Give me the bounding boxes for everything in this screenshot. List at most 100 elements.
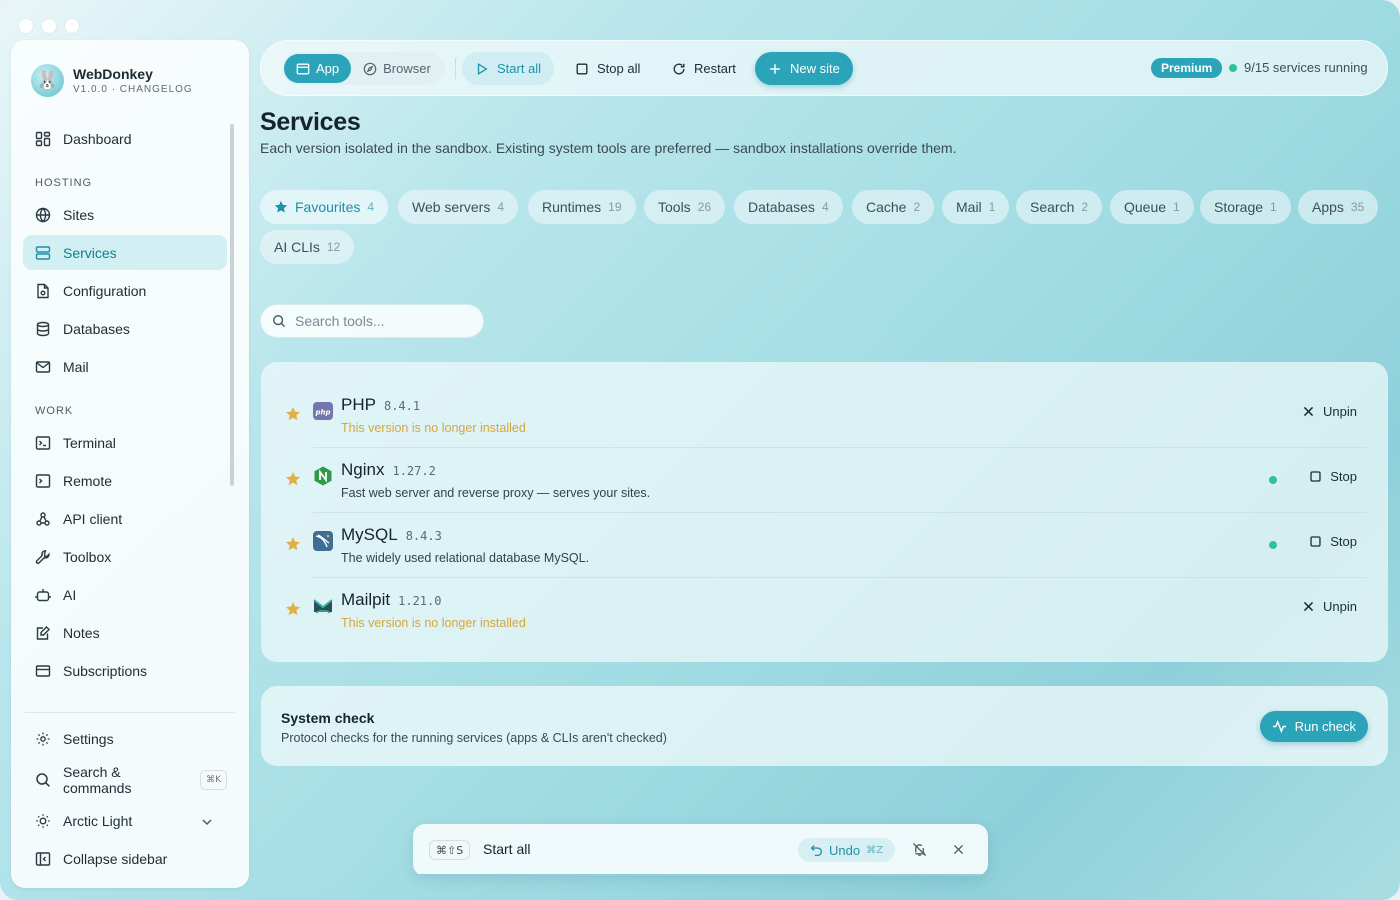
sidebar-item-notes[interactable]: Notes [23,615,227,650]
tab-favourites[interactable]: Favourites 4 [260,190,389,224]
sidebar-item-label: Databases [63,320,130,337]
tab-count: 35 [1350,200,1365,214]
search-icon [36,772,50,787]
favourite-star-icon[interactable] [285,536,301,552]
tab-ai-clis[interactable]: AI CLIs 12 [260,230,355,264]
close-window-button[interactable] [19,19,33,33]
tab-count: 1 [988,200,996,214]
server-icon [35,245,51,260]
browser-mode-button[interactable]: Browser [351,54,443,83]
tab-tools[interactable]: Tools 26 [644,190,726,224]
sidebar-item-remote[interactable]: Remote [23,463,227,498]
search-icon [273,315,286,328]
restart-icon [673,63,685,74]
favourite-star-icon[interactable] [285,406,301,422]
running-status-dot [1269,541,1277,549]
remote-terminal-icon [35,473,51,488]
sidebar-item-services[interactable]: Services [23,235,227,270]
window-controls [19,19,79,33]
app-mode-button[interactable]: App [284,54,352,83]
tab-web-servers[interactable]: Web servers 4 [398,190,519,224]
tab-search[interactable]: Search 2 [1016,190,1103,224]
stop-all-label: Stop all [597,61,641,76]
app-name: WebDonkey [73,66,153,82]
maximize-window-button[interactable] [65,19,79,33]
run-check-button[interactable]: Run check [1259,711,1368,742]
sidebar-divider [25,712,235,713]
star-icon [274,200,288,213]
app-logo-icon: 🐰 [31,64,64,97]
minimize-window-button[interactable] [42,19,56,33]
service-name-text: MySQL [341,525,398,544]
search-box [260,304,484,338]
sidebar-item-label: Terminal [63,434,116,451]
tab-cache[interactable]: Cache 2 [852,190,935,224]
new-site-button[interactable]: New site [755,52,853,85]
theme-selector[interactable]: Arctic Light [23,803,227,838]
sidebar-item-sites[interactable]: Sites [23,197,227,232]
sidebar-item-toolbox[interactable]: Toolbox [23,539,227,574]
sidebar-scrollbar[interactable] [230,124,234,486]
service-row-mailpit: Mailpit 1.21.0 This version is no longer … [281,577,1367,642]
service-version: 8.4.1 [383,399,421,413]
unpin-label: Unpin [1323,599,1357,614]
sidebar-item-dashboard[interactable]: Dashboard [23,121,227,156]
start-all-button[interactable]: Start all [462,52,555,85]
unpin-button[interactable]: Unpin [1302,599,1357,614]
sidebar-item-configuration[interactable]: Configuration [23,273,227,308]
terminal-icon [35,435,51,450]
restart-button[interactable]: Restart [659,52,749,85]
tab-label: Favourites [295,199,361,215]
sidebar-item-subscriptions[interactable]: Subscriptions [23,653,227,688]
tab-label: Cache [866,199,907,215]
view-mode-toggle: App Browser [282,52,445,85]
close-icon[interactable] [952,843,965,856]
tab-apps[interactable]: Apps 35 [1298,190,1379,224]
globe-icon [35,207,51,222]
search-tools-input[interactable] [295,313,465,329]
unpin-button[interactable]: Unpin [1302,404,1357,419]
service-row-php: php PHP 8.4.1 This version is no longer i… [281,382,1367,447]
stop-service-button[interactable]: Stop [1309,534,1357,549]
sidebar-item-settings[interactable]: Settings [23,721,227,756]
stop-service-button[interactable]: Stop [1309,469,1357,484]
restart-label: Restart [694,61,736,76]
stop-icon [576,63,588,74]
mysql-logo-icon [313,531,333,551]
activity-icon [1272,719,1286,734]
brand[interactable]: 🐰 WebDonkey V1.0.0 · CHANGELOG [31,64,193,97]
tab-mail[interactable]: Mail 1 [942,190,1010,224]
premium-badge: Premium [1151,58,1223,78]
system-check-panel: System check Protocol checks for the run… [261,686,1388,766]
toolbar-separator [455,58,456,79]
stop-label: Stop [1330,469,1357,484]
sidebar-item-terminal[interactable]: Terminal [23,425,227,460]
stop-all-button[interactable]: Stop all [562,52,653,85]
bell-off-icon[interactable] [912,842,927,857]
sidebar-item-label: Services [63,244,117,261]
tab-label: Web servers [412,199,491,215]
sidebar-item-label: Configuration [63,282,147,299]
service-description: This version is no longer installed [341,421,526,435]
system-check-description: Protocol checks for the running services… [281,731,667,745]
run-check-label: Run check [1294,719,1356,734]
tab-label: Mail [956,199,982,215]
tab-databases[interactable]: Databases 4 [734,190,843,224]
app-version-changelog[interactable]: V1.0.0 · CHANGELOG [73,84,193,95]
running-status-dot [1269,476,1277,484]
sidebar-item-api-client[interactable]: API client [23,501,227,536]
robot-icon [35,588,51,601]
sidebar-item-databases[interactable]: Databases [23,311,227,346]
tab-storage[interactable]: Storage 1 [1200,190,1291,224]
tab-queue[interactable]: Queue 1 [1110,190,1194,224]
favourite-star-icon[interactable] [285,601,301,617]
sidebar-item-mail[interactable]: Mail [23,349,227,384]
undo-button[interactable]: Undo ⌘Z [798,838,895,862]
section-label-hosting: HOSTING [35,177,93,189]
tab-count: 1 [1270,200,1277,214]
collapse-sidebar-button[interactable]: Collapse sidebar [23,841,227,876]
favourite-star-icon[interactable] [285,471,301,487]
sidebar-item-search-commands[interactable]: Search & commands ⌘K [23,762,227,797]
sidebar-item-ai[interactable]: AI [23,577,227,612]
tab-runtimes[interactable]: Runtimes 19 [528,190,636,224]
